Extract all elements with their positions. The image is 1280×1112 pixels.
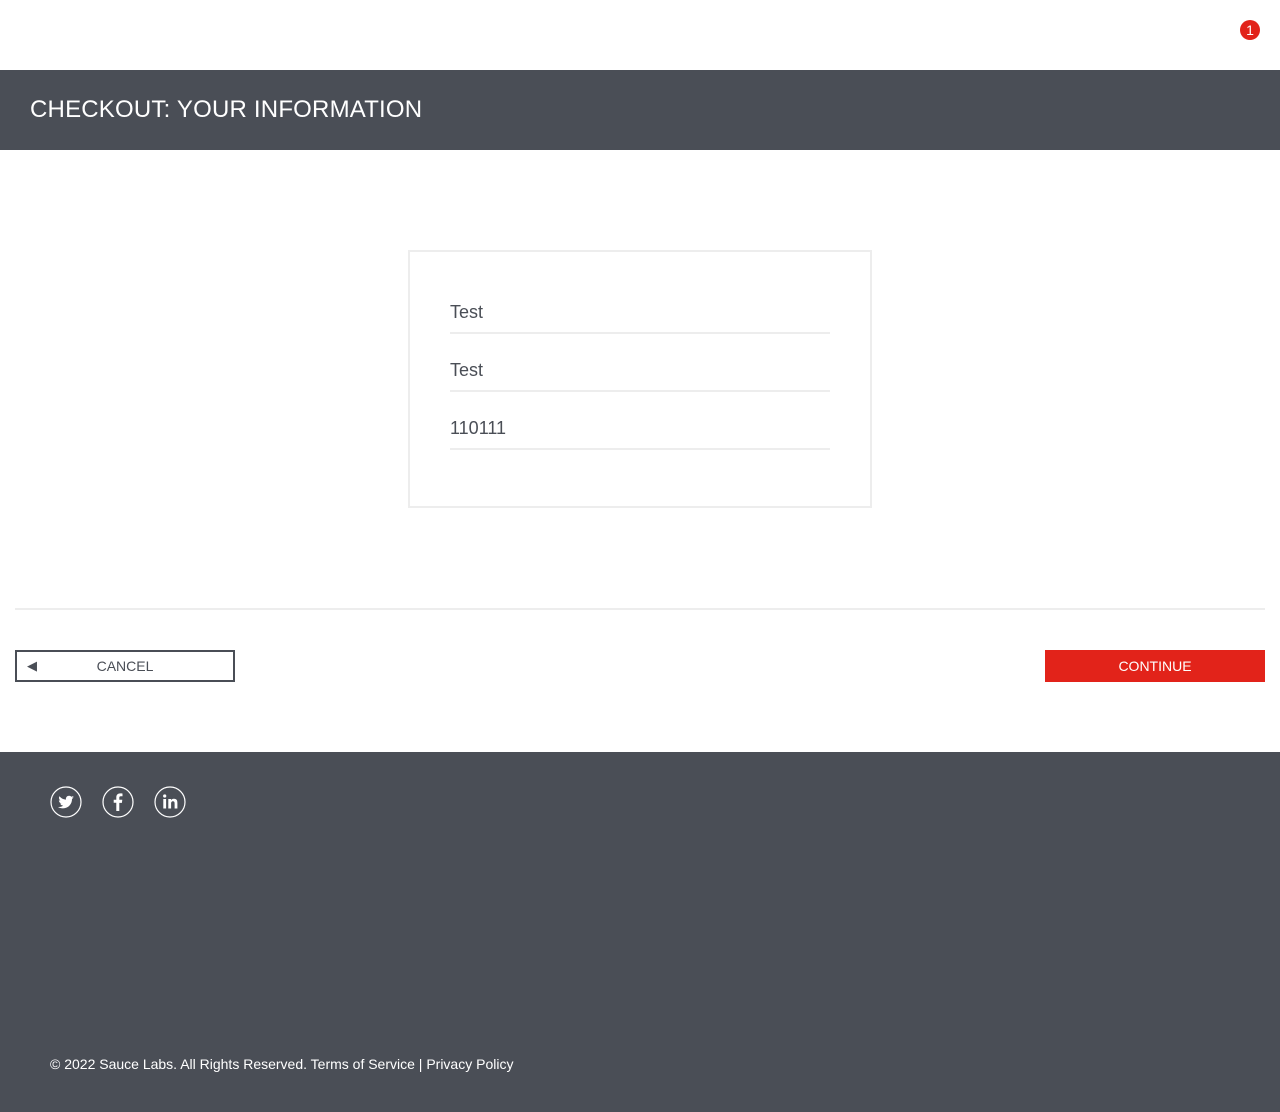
twitter-icon[interactable] [50, 786, 82, 818]
cancel-button[interactable]: ◀ CANCEL [15, 650, 235, 682]
footer: © 2022 Sauce Labs. All Rights Reserved. … [0, 752, 1280, 1112]
facebook-icon[interactable] [102, 786, 134, 818]
checkout-info-form [408, 250, 872, 508]
cart-count-badge[interactable]: 1 [1240, 20, 1260, 40]
back-arrow-icon: ◀ [27, 658, 37, 673]
page-title: CHECKOUT: YOUR INFORMATION [30, 96, 423, 123]
copyright-text: © 2022 Sauce Labs. All Rights Reserved. … [50, 1056, 514, 1072]
top-bar: 1 [0, 0, 1280, 70]
postal-code-field[interactable] [450, 408, 830, 450]
continue-button[interactable]: CONTINUE [1045, 650, 1265, 682]
first-name-field[interactable] [450, 292, 830, 334]
continue-label: CONTINUE [1118, 658, 1192, 674]
cancel-label: CANCEL [96, 658, 154, 674]
page-header: CHECKOUT: YOUR INFORMATION [0, 70, 1280, 150]
last-name-field[interactable] [450, 350, 830, 392]
linkedin-icon[interactable] [154, 786, 186, 818]
divider [15, 608, 1265, 610]
